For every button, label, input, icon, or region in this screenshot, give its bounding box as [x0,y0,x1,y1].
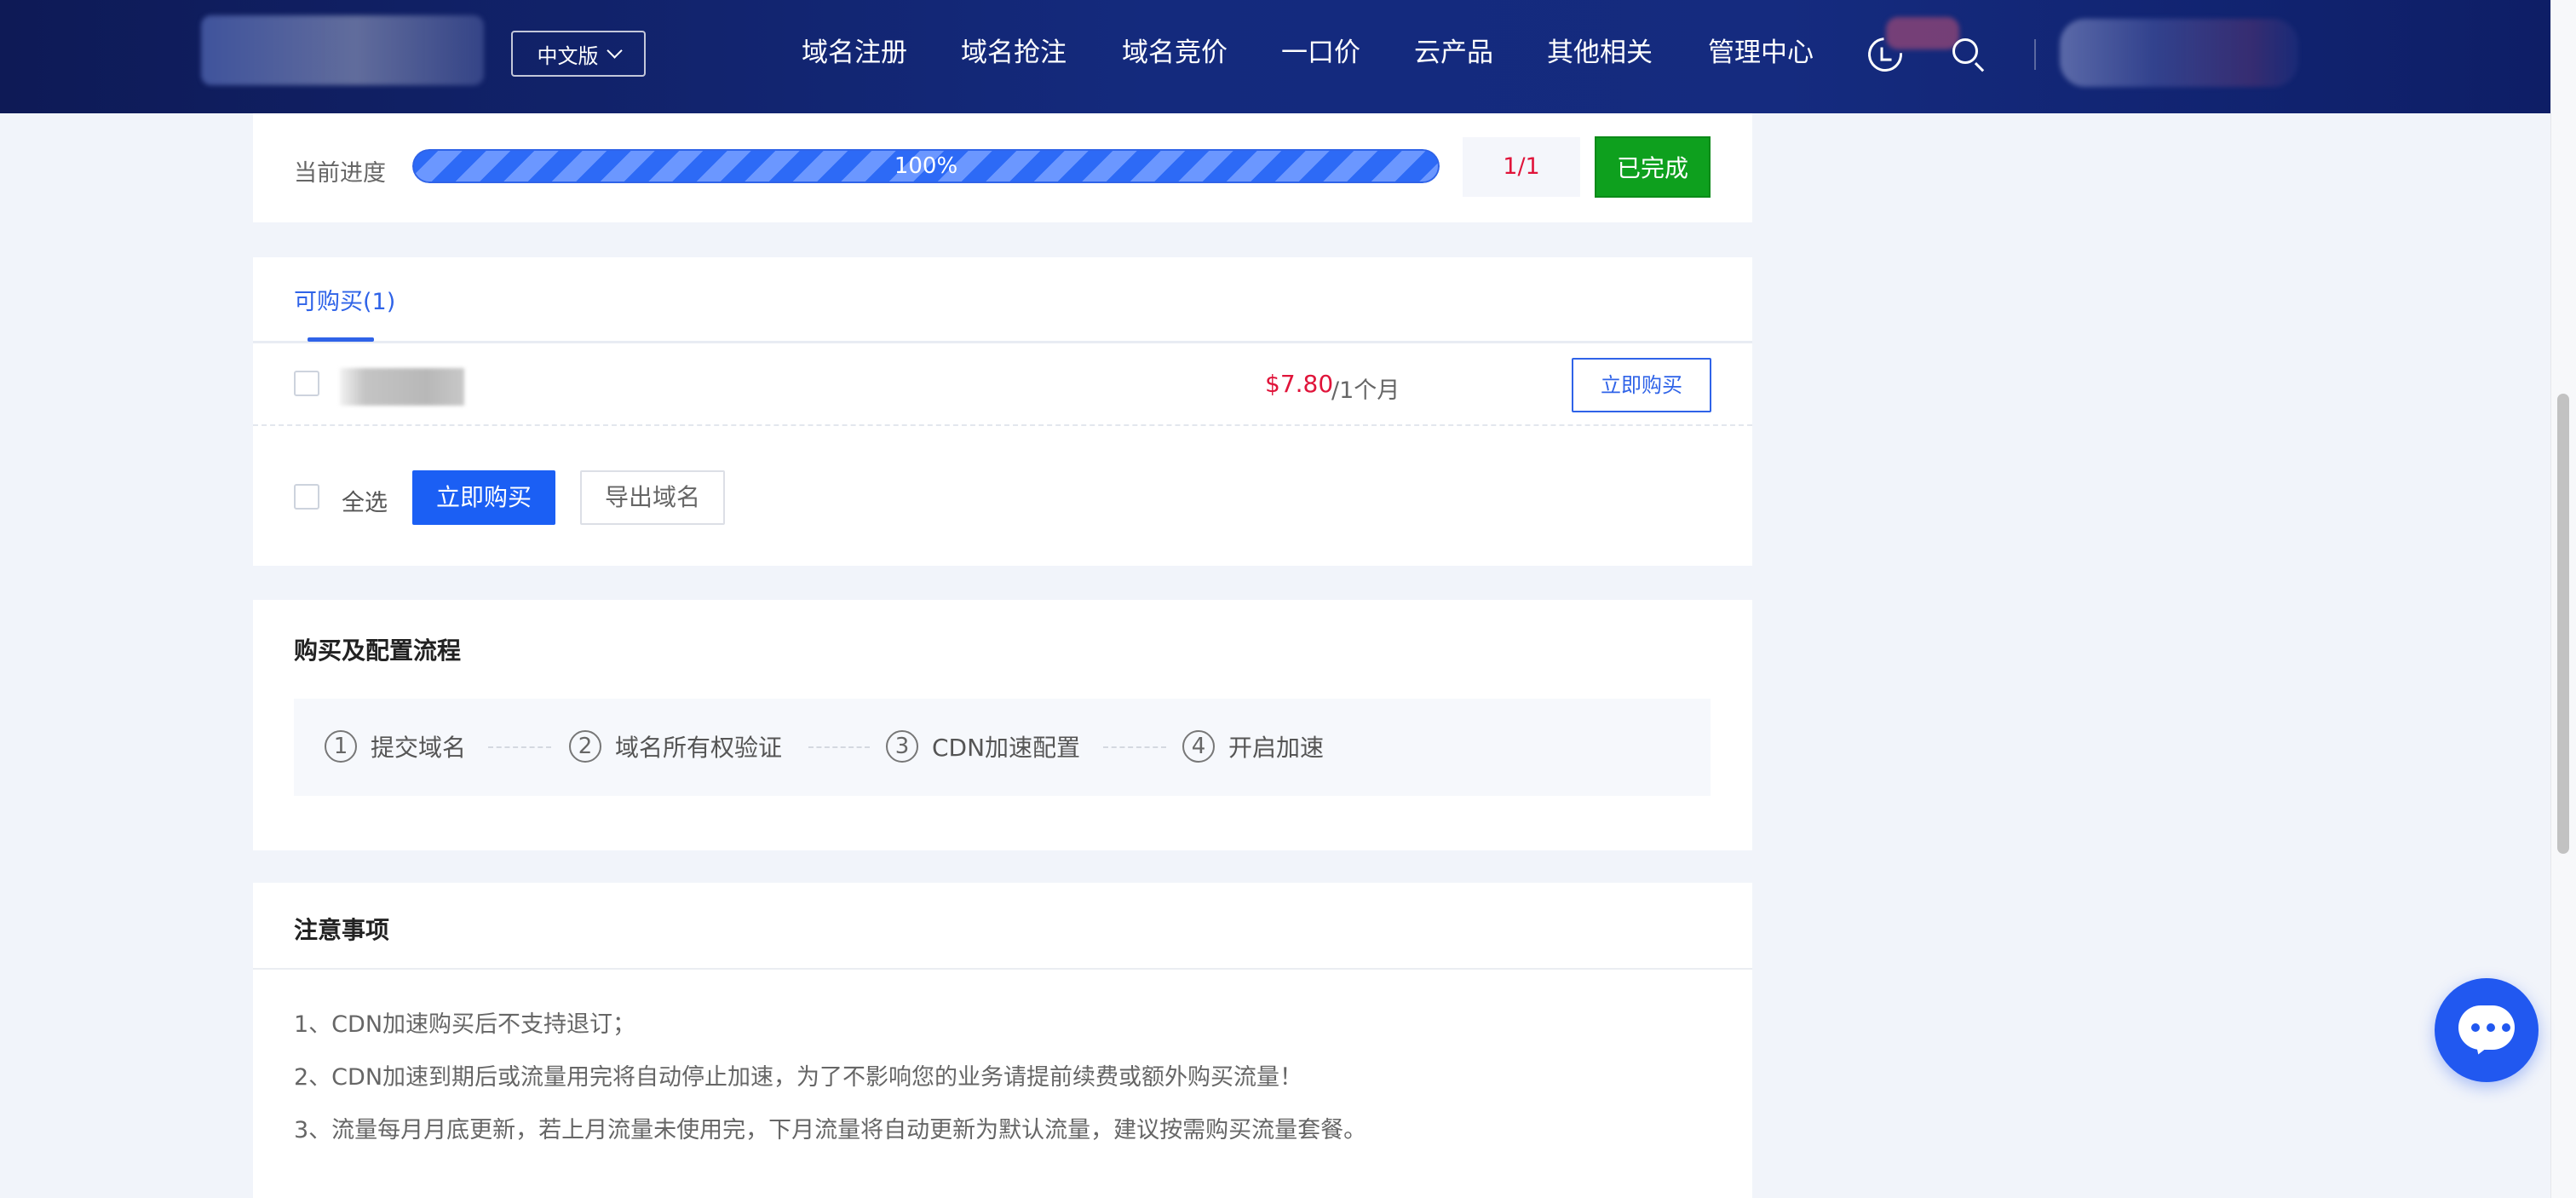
nav-domain-register[interactable]: 域名注册 [802,32,907,73]
notes-panel: 注意事项 1、CDN加速购买后不支持退订； 2、CDN加速到期后或流量用完将自动… [253,883,1752,1198]
step-number: 4 [1182,730,1215,763]
nav-other[interactable]: 其他相关 [1547,32,1653,73]
flow-steps: 1 提交域名 2 域名所有权验证 3 CDN加速配置 4 开启加速 [294,699,1711,796]
flow-title: 购买及配置流程 [294,636,462,665]
step-connector [488,746,551,748]
scrollbar-thumb[interactable] [2557,394,2569,854]
chevron-down-icon [606,42,623,59]
live-chat-button[interactable] [2435,978,2539,1082]
select-all-checkbox[interactable] [294,484,319,510]
buy-now-button[interactable]: 立即购买 [412,470,555,525]
item-period: /1个月 [1331,377,1400,404]
nav-domain-auction[interactable]: 域名竞价 [1122,32,1228,73]
progress-panel: 当前进度 100% 1/1 已完成 [253,113,1752,222]
step-label: 提交域名 [371,734,467,762]
nav-cloud-products[interactable]: 云产品 [1414,32,1493,73]
top-navbar: 中文版 域名注册 域名抢注 域名竞价 一口价 云产品 其他相关 管理中心 [0,0,2550,113]
notification-badge [1886,17,1959,49]
tab-bar-line [253,341,1752,343]
progress-label: 当前进度 [294,160,386,187]
note-item: 3、流量每月月底更新，若上月流量未使用完，下月流量将自动更新为默认流量，建议按需… [294,1117,1367,1143]
step-connector [808,746,870,748]
user-account-menu[interactable] [2060,19,2298,87]
step-number: 2 [569,730,601,763]
chat-icon [2458,1005,2515,1050]
row-divider [253,424,1752,426]
progress-percent: 100% [894,153,958,179]
flow-step-4: 4 开启加速 [1182,729,1324,763]
step-number: 1 [325,730,357,763]
note-item: 1、CDN加速购买后不支持退订； [294,1011,636,1038]
language-switch-button[interactable]: 中文版 [511,31,646,77]
step-number: 3 [886,730,918,763]
tab-available[interactable]: 可购买(1) [294,283,395,316]
select-all-label[interactable]: 全选 [342,484,388,517]
site-logo[interactable] [201,15,484,85]
step-label: 域名所有权验证 [615,734,783,762]
step-label: 开启加速 [1228,734,1325,762]
flow-step-1: 1 提交域名 [325,729,466,763]
search-icon[interactable] [1952,38,1978,64]
item-price: $7.80 [1265,370,1334,398]
language-label: 中文版 [537,43,599,68]
item-buy-now-button[interactable]: 立即购买 [1572,358,1711,412]
item-checkbox[interactable] [294,371,319,396]
export-domains-button[interactable]: 导出域名 [580,470,725,525]
purchase-panel: 可购买(1) $7.80 /1个月 立即购买 全选 立即购买 导出域名 [253,257,1752,566]
tab-active-indicator [308,337,374,342]
progress-count: 1/1 [1463,137,1580,197]
notes-title: 注意事项 [294,916,390,944]
nav-fixed-price[interactable]: 一口价 [1281,32,1360,73]
notes-divider [253,968,1752,970]
note-item: 2、CDN加速到期后或流量用完将自动停止加速，为了不影响您的业务请提前续费或额外… [294,1064,1303,1091]
nav-domain-snapback[interactable]: 域名抢注 [961,32,1067,73]
step-label: CDN加速配置 [932,734,1081,762]
domain-name [340,368,464,406]
step-connector [1103,746,1166,748]
flow-step-3: 3 CDN加速配置 [886,729,1080,763]
header-divider [2034,39,2036,70]
purchase-flow-panel: 购买及配置流程 1 提交域名 2 域名所有权验证 3 CDN加速配置 4 开启加… [253,600,1752,850]
flow-step-2: 2 域名所有权验证 [569,729,782,763]
nav-management-center[interactable]: 管理中心 [1708,32,1814,73]
completed-status-button[interactable]: 已完成 [1595,136,1711,198]
